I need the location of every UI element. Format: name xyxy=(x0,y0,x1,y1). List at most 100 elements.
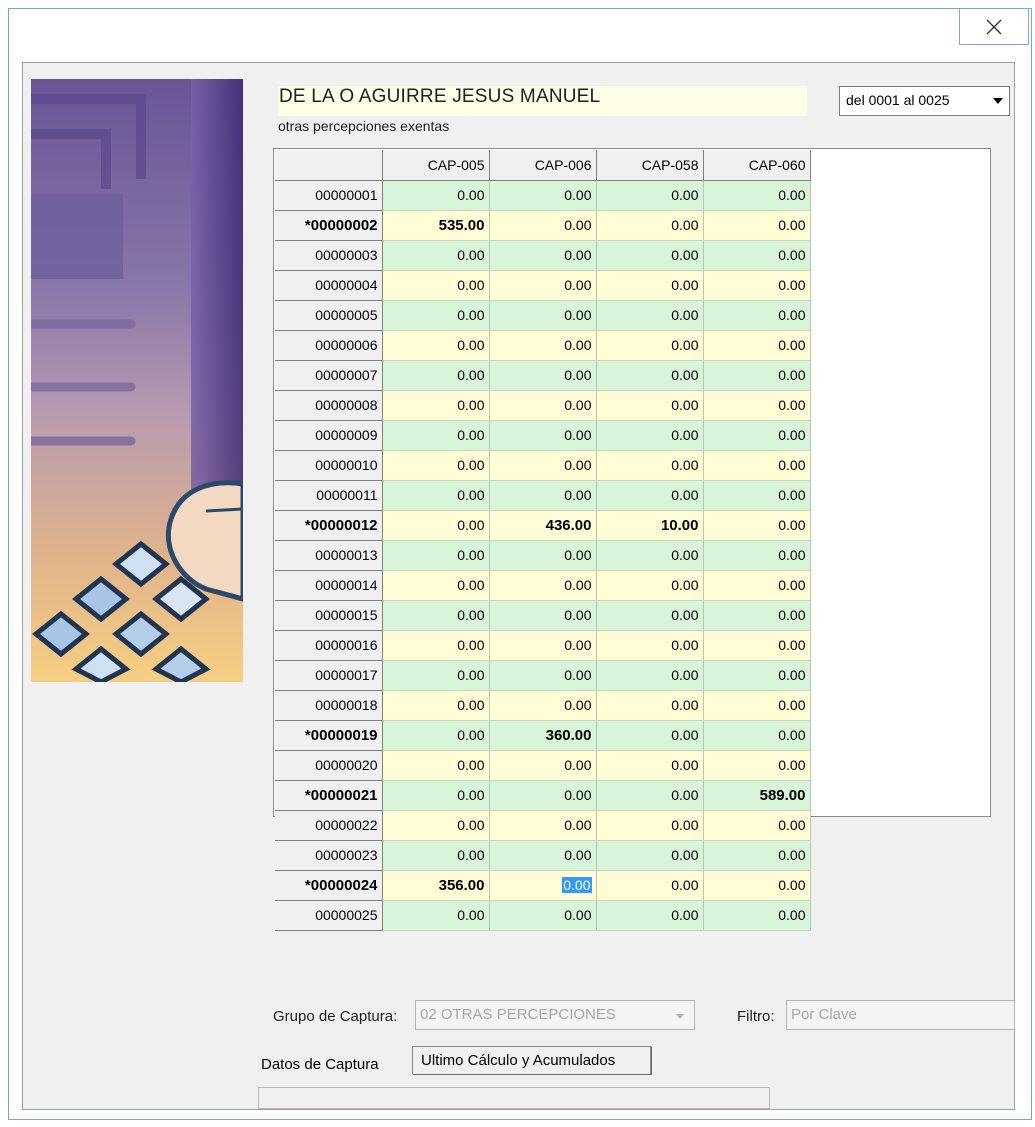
grid-cell[interactable]: 0.00 xyxy=(596,480,704,511)
grid-cell[interactable]: 0.00 xyxy=(382,540,490,571)
row-header[interactable]: *00000012 xyxy=(275,510,383,541)
grid-cell[interactable]: 0.00 xyxy=(382,900,490,931)
grid-cell[interactable]: 360.00 xyxy=(489,720,597,751)
grid-cell[interactable]: 0.00 xyxy=(596,780,704,811)
row-header[interactable]: *00000024 xyxy=(275,870,383,901)
grid-cell[interactable]: 0.00 xyxy=(382,660,490,691)
grid-cell[interactable]: 0.00 xyxy=(489,870,597,901)
grid-cell[interactable]: 0.00 xyxy=(596,690,704,721)
grid-cell[interactable]: 0.00 xyxy=(596,750,704,781)
row-header[interactable]: 00000006 xyxy=(275,330,383,361)
grid-cell[interactable]: 0.00 xyxy=(489,900,597,931)
row-header[interactable]: 00000017 xyxy=(275,660,383,691)
grid-cell[interactable]: 0.00 xyxy=(703,360,811,391)
grid-cell[interactable]: 0.00 xyxy=(703,660,811,691)
grid-cell[interactable]: 0.00 xyxy=(489,840,597,871)
grid-cell[interactable]: 0.00 xyxy=(382,720,490,751)
grid-cell[interactable]: 0.00 xyxy=(596,420,704,451)
row-header[interactable]: 00000015 xyxy=(275,600,383,631)
grid-cell[interactable]: 0.00 xyxy=(703,540,811,571)
grid-cell[interactable]: 0.00 xyxy=(596,570,704,601)
grid-cell[interactable]: 0.00 xyxy=(596,360,704,391)
row-header[interactable]: *00000021 xyxy=(275,780,383,811)
grid-cell[interactable]: 0.00 xyxy=(703,750,811,781)
row-header[interactable]: 00000020 xyxy=(275,750,383,781)
grid-cell[interactable]: 0.00 xyxy=(382,420,490,451)
grid-cell[interactable]: 0.00 xyxy=(489,570,597,601)
grid-cell[interactable]: 356.00 xyxy=(382,870,490,901)
grid-cell[interactable]: 0.00 xyxy=(489,330,597,361)
grid-cell[interactable]: 0.00 xyxy=(596,540,704,571)
grid-cell[interactable]: 0.00 xyxy=(489,750,597,781)
grid-cell[interactable]: 0.00 xyxy=(382,180,490,211)
column-header[interactable]: CAP-006 xyxy=(489,150,597,181)
grid-cell[interactable]: 0.00 xyxy=(596,720,704,751)
grid-cell[interactable]: 0.00 xyxy=(596,840,704,871)
grid-cell[interactable]: 0.00 xyxy=(703,390,811,421)
grid-cell[interactable]: 0.00 xyxy=(382,630,490,661)
close-button[interactable] xyxy=(959,9,1029,45)
tab-datos-de-captura[interactable]: Datos de Captura xyxy=(255,1049,411,1079)
row-header[interactable]: 00000007 xyxy=(275,360,383,391)
grid-cell[interactable]: 0.00 xyxy=(703,690,811,721)
grid-cell[interactable]: 0.00 xyxy=(489,210,597,241)
grid-cell[interactable]: 0.00 xyxy=(703,270,811,301)
grid-cell[interactable]: 0.00 xyxy=(382,360,490,391)
grid-cell[interactable]: 0.00 xyxy=(489,480,597,511)
grid-cell[interactable]: 535.00 xyxy=(382,210,490,241)
grid-cell[interactable]: 0.00 xyxy=(489,180,597,211)
grid-cell[interactable]: 10.00 xyxy=(596,510,704,541)
row-header[interactable]: 00000003 xyxy=(275,240,383,271)
row-header[interactable]: 00000010 xyxy=(275,450,383,481)
grid-cell[interactable]: 0.00 xyxy=(382,600,490,631)
column-header[interactable]: CAP-005 xyxy=(382,150,490,181)
grid-cell[interactable]: 0.00 xyxy=(382,450,490,481)
grid-cell[interactable]: 0.00 xyxy=(596,450,704,481)
grupo-captura-select[interactable]: 02 OTRAS PERCEPCIONES xyxy=(415,1000,695,1030)
grid-cell[interactable]: 0.00 xyxy=(382,840,490,871)
tab-ultimo-calculo[interactable]: Ultimo Cálculo y Acumulados xyxy=(412,1046,651,1074)
grid-cell[interactable]: 0.00 xyxy=(382,510,490,541)
grid-cell[interactable]: 0.00 xyxy=(489,600,597,631)
grid-cell[interactable]: 0.00 xyxy=(703,720,811,751)
grid-cell[interactable]: 0.00 xyxy=(596,330,704,361)
grid-cell[interactable]: 0.00 xyxy=(703,420,811,451)
grid-cell[interactable]: 0.00 xyxy=(489,780,597,811)
grid-cell[interactable]: 0.00 xyxy=(596,660,704,691)
row-header[interactable]: 00000004 xyxy=(275,270,383,301)
grid-cell[interactable]: 0.00 xyxy=(489,270,597,301)
row-header[interactable]: 00000009 xyxy=(275,420,383,451)
grid-cell[interactable]: 0.00 xyxy=(703,240,811,271)
grid-cell[interactable]: 0.00 xyxy=(703,630,811,661)
grid-cell[interactable]: 0.00 xyxy=(489,810,597,841)
filtro-input[interactable]: Por Clave xyxy=(786,1000,1015,1030)
grid-cell[interactable]: 0.00 xyxy=(703,330,811,361)
row-header[interactable]: 00000022 xyxy=(275,810,383,841)
grid-cell[interactable]: 0.00 xyxy=(489,630,597,661)
grid-cell[interactable]: 0.00 xyxy=(489,540,597,571)
grid-cell[interactable]: 589.00 xyxy=(703,780,811,811)
grid-cell[interactable]: 0.00 xyxy=(703,480,811,511)
grid-cell[interactable]: 0.00 xyxy=(382,810,490,841)
row-header[interactable]: 00000018 xyxy=(275,690,383,721)
grid-cell[interactable]: 0.00 xyxy=(703,300,811,331)
grid-cell[interactable]: 0.00 xyxy=(703,570,811,601)
grid-cell[interactable]: 0.00 xyxy=(489,420,597,451)
grid-cell[interactable]: 0.00 xyxy=(596,390,704,421)
row-header[interactable]: 00000023 xyxy=(275,840,383,871)
row-header[interactable]: 00000013 xyxy=(275,540,383,571)
row-header[interactable]: 00000008 xyxy=(275,390,383,421)
grid-cell[interactable]: 0.00 xyxy=(382,330,490,361)
grid-cell[interactable]: 0.00 xyxy=(596,900,704,931)
grid-cell[interactable]: 0.00 xyxy=(703,840,811,871)
row-header[interactable]: *00000019 xyxy=(275,720,383,751)
grid-cell[interactable]: 0.00 xyxy=(489,390,597,421)
grid-cell[interactable]: 0.00 xyxy=(596,630,704,661)
grid-cell[interactable]: 436.00 xyxy=(489,510,597,541)
row-header[interactable]: *00000002 xyxy=(275,210,383,241)
grid-cell[interactable]: 0.00 xyxy=(596,300,704,331)
grid-cell[interactable]: 0.00 xyxy=(596,810,704,841)
grid-cell[interactable]: 0.00 xyxy=(703,900,811,931)
grid-cell[interactable]: 0.00 xyxy=(382,270,490,301)
grid-cell[interactable]: 0.00 xyxy=(382,750,490,781)
